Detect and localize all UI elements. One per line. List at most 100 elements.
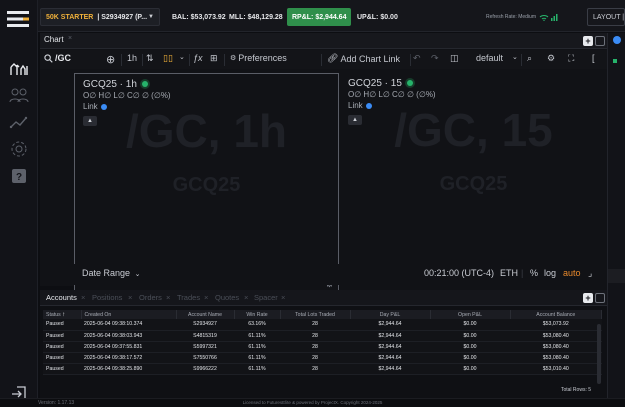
search-icon [44, 53, 53, 63]
close-icon[interactable]: × [81, 293, 85, 302]
zoom-search-icon[interactable]: ⌕ [527, 53, 532, 64]
add-tab-icon[interactable]: + [583, 293, 593, 303]
screenshot-icon[interactable]: [ [592, 53, 595, 63]
tab-accounts[interactable]: Accounts [46, 293, 77, 302]
date-range-button[interactable]: Date Range ⌄ [82, 268, 140, 278]
trading-icon[interactable] [8, 58, 30, 80]
close-icon[interactable]: × [128, 293, 132, 302]
add-chart-link-button[interactable]: 🔗︎ Add Chart Link [327, 53, 400, 64]
account-selector[interactable]: 50K STARTER | S2934927 (P... ▼ [40, 8, 160, 26]
compare-icon[interactable]: ⇅ [146, 53, 154, 64]
column-header-open-pnl[interactable]: Open P&L [430, 310, 511, 319]
cell-win-rate: 61.11% [234, 330, 280, 342]
table-scrollbar[interactable] [597, 324, 601, 384]
help-icon[interactable]: ? [8, 165, 30, 187]
maximize-icon[interactable] [595, 36, 605, 46]
link-color-icon [365, 102, 372, 109]
license-text: Licensed to FuturesElite & powered by Pr… [242, 400, 383, 405]
settings-gear-icon[interactable]: ⚙ [547, 53, 555, 64]
tab-chart[interactable]: Chart [44, 35, 64, 44]
analytics-icon[interactable] [8, 112, 30, 134]
reset-scale-icon[interactable]: ⌟ [588, 268, 592, 279]
column-header-lots[interactable]: Total Lots Traded [280, 310, 351, 319]
collapse-legend-button[interactable]: ▲ [348, 115, 362, 125]
right-side-panel [607, 33, 625, 398]
templates-icon[interactable]: ⊞ [210, 53, 218, 64]
pane-title: GCQ25 · 15 [348, 78, 402, 89]
tab-orders[interactable]: Orders [139, 293, 162, 302]
layout-preset-select[interactable]: default [476, 53, 503, 63]
cell-account-name: S7550766 [176, 352, 234, 364]
tab-spacer[interactable]: Spacer [254, 293, 278, 302]
interval-button[interactable]: 1h [127, 53, 137, 63]
app-logo-icon [7, 11, 29, 27]
close-icon[interactable]: × [244, 293, 248, 302]
indicators-icon[interactable]: ƒx [193, 53, 203, 63]
realized-pnl-badge: RP&L: $2,944.64 [287, 8, 352, 26]
log-scale-toggle[interactable]: log [544, 268, 556, 278]
column-header-win-rate[interactable]: Win Rate [234, 310, 281, 319]
close-icon[interactable]: × [68, 35, 72, 42]
top-bar: 50K STARTER | S2934927 (P... ▼ BAL: $53,… [38, 0, 625, 32]
panel-status-icon [613, 36, 621, 44]
time-readout[interactable]: 00:21:00 (UTC-4) [424, 268, 494, 278]
table-header-row: Status ↑ Created On Account Name Win Rat… [43, 310, 602, 319]
chevron-down-icon[interactable]: ⌄ [512, 53, 518, 61]
ohlc-readout: O∅ H∅ L∅ C∅ ∅ (∅%) [348, 90, 436, 99]
cell-day-pnl: $2,944.64 [350, 319, 430, 331]
column-header-balance[interactable]: Account Balance [510, 310, 602, 319]
table-row[interactable]: Paused 2025-06-04 09:38:10.374 S2934927 63.… [43, 319, 602, 331]
add-tab-icon[interactable]: + [583, 36, 593, 46]
column-header-status[interactable]: Status ↑ [43, 310, 82, 319]
pane-watermark-symbol: GCQ25 [439, 173, 508, 195]
gear-icon: ⚙ [230, 55, 237, 62]
cell-status: Paused [43, 363, 81, 375]
session-toggle[interactable]: ETH [500, 268, 518, 278]
column-header-created[interactable]: Created On [81, 310, 177, 319]
cell-account-balance: $53,080.40 [510, 352, 602, 364]
undo-icon[interactable]: ↶ [413, 53, 421, 64]
tab-positions[interactable]: Positions [92, 293, 122, 302]
table-row[interactable]: Paused 2025-06-04 09:38:25.890 S9966222 61.… [43, 363, 602, 375]
cell-status: Paused [43, 319, 81, 331]
cell-lots-traded: 28 [280, 330, 350, 342]
tab-quotes[interactable]: Quotes [215, 293, 239, 302]
bottom-tab-strip: Accounts × Positions × Orders × Trades ×… [40, 290, 607, 306]
tab-trades[interactable]: Trades [177, 293, 200, 302]
fullscreen-icon[interactable]: ⛶ [568, 53, 574, 64]
add-symbol-icon[interactable]: ⊕ [106, 53, 115, 66]
column-header-account-name[interactable]: Account Name [176, 310, 235, 319]
balance-value: BAL: $53,073.92 [172, 13, 226, 21]
preferences-button[interactable]: ⚙ Preferences [230, 53, 287, 63]
clipped-button[interactable] [608, 269, 625, 283]
table-row[interactable]: Paused 2025-06-04 09:37:55.831 S5997321 61.… [43, 341, 602, 353]
ohlc-readout: O∅ H∅ L∅ C∅ ∅ (∅%) [83, 91, 171, 100]
accounts-table-body: Paused 2025-06-04 09:38:10.374 S2934927 63.… [43, 319, 602, 375]
table-row[interactable]: Paused 2025-06-04 09:38:03.943 S4815319 61.… [43, 330, 602, 342]
close-icon[interactable]: × [204, 293, 208, 302]
chart-link[interactable]: Link [83, 101, 171, 112]
unrealized-pnl-value: UP&L: $0.00 [357, 13, 398, 21]
cell-created-on: 2025-06-04 09:38:25.890 [81, 363, 176, 375]
maximize-icon[interactable] [595, 293, 605, 303]
close-icon[interactable]: × [166, 293, 170, 302]
layout-button[interactable]: LAYOUT | [587, 8, 625, 26]
layout-panels-icon[interactable]: ◫ [450, 53, 459, 64]
auto-scale-toggle[interactable]: auto [563, 268, 581, 278]
column-header-day-pnl[interactable]: Day P&L [350, 310, 431, 319]
live-status-icon [141, 81, 148, 88]
collapse-legend-button[interactable]: ▲ [83, 116, 97, 126]
gear-icon[interactable] [8, 138, 30, 160]
symbol-search[interactable]: /GC [44, 53, 71, 63]
close-icon[interactable]: × [281, 293, 285, 302]
chart-link[interactable]: Link [348, 100, 436, 111]
percent-scale-toggle[interactable]: % [530, 268, 538, 278]
chevron-down-icon[interactable]: ⌄ [179, 53, 185, 61]
cell-day-pnl: $2,944.64 [350, 341, 430, 353]
users-icon[interactable] [8, 84, 30, 106]
candles-icon[interactable]: ▯▯ [163, 53, 173, 64]
table-row[interactable]: Paused 2025-06-04 09:38:17.572 S7550766 61.… [43, 352, 602, 364]
redo-icon[interactable]: ↷ [431, 53, 439, 64]
chart-toolbar: /GC ⊕ 1h ⇅ ▯▯ ⌄ ƒx ⊞ ⚙ Preferences 🔗︎ Ad… [40, 50, 607, 69]
cell-lots-traded: 28 [280, 352, 350, 364]
